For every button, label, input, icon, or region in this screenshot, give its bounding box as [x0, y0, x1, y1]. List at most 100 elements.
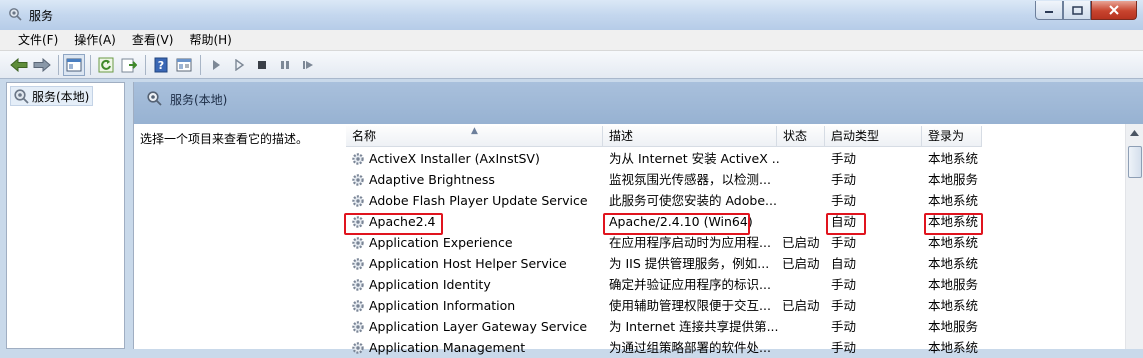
column-header-logon-label: 登录为: [928, 129, 965, 143]
service-logon-as: 本地系统: [928, 256, 979, 271]
scrollbar-thumb[interactable]: [1128, 146, 1142, 178]
service-row[interactable]: Application Layer Gateway Service 为 Inter…: [346, 316, 1116, 337]
service-status: 已启动: [782, 298, 820, 313]
service-name: Application Host Helper Service: [369, 256, 567, 271]
service-name-cell: Application Host Helper Service: [350, 253, 602, 274]
service-row[interactable]: Adaptive Brightness 监视氛围光传感器，以检测... 手动 本地服务: [346, 169, 1116, 190]
pause-service-button[interactable]: [274, 54, 296, 76]
service-gear-icon: [352, 236, 364, 249]
service-description: 监视氛围光传感器，以检测...: [609, 172, 771, 187]
menu-action[interactable]: 操作(A): [66, 30, 124, 50]
service-name: Adaptive Brightness: [369, 172, 495, 187]
back-button[interactable]: [8, 54, 30, 76]
column-header-description[interactable]: 描述: [603, 126, 777, 147]
service-name-cell: ActiveX Installer (AxInstSV): [350, 148, 602, 169]
service-name-cell: Application Experience: [350, 232, 602, 253]
service-logon-as: 本地系统: [928, 151, 979, 166]
toolbar-separator: [58, 54, 59, 75]
services-gear-icon: [147, 91, 162, 106]
service-row[interactable]: Adobe Flash Player Update Service 此服务可使您安…: [346, 190, 1116, 211]
service-row[interactable]: Application Management 为通过组策略部署的软件处... 手动 本…: [346, 337, 1116, 358]
forward-button[interactable]: [31, 54, 53, 76]
service-row[interactable]: Application Host Helper Service 为 IIS 提供管…: [346, 253, 1116, 274]
highlight-box-logon: [924, 213, 983, 235]
service-description: 此服务可使您安装的 Adobe...: [609, 193, 777, 208]
services-gear-icon: [14, 89, 29, 104]
service-logon-as: 本地服务: [928, 319, 979, 334]
scroll-up-arrow-icon: [1130, 129, 1139, 136]
properties-button[interactable]: [173, 54, 195, 76]
window-title: 服务: [29, 9, 54, 23]
service-name-cell: Application Layer Gateway Service: [350, 316, 602, 337]
highlight-box-startup: [826, 213, 866, 235]
column-header-description-label: 描述: [609, 129, 634, 143]
column-header-startup-label: 启动类型: [831, 129, 880, 143]
export-list-button[interactable]: [118, 54, 140, 76]
toolbar-separator: [145, 54, 146, 75]
start-service-button[interactable]: [205, 54, 227, 76]
toolbar-separator: [200, 54, 201, 75]
scroll-up-button[interactable]: [1126, 124, 1143, 141]
menu-bar: 文件(F) 操作(A) 查看(V) 帮助(H): [0, 30, 1143, 51]
service-row[interactable]: Application Identity 确定并验证应用程序的标识... 手动 本地服…: [346, 274, 1116, 295]
svg-text:?: ?: [158, 59, 164, 72]
service-gear-icon: [352, 278, 364, 291]
service-logon-as: 本地服务: [928, 172, 979, 187]
pane-title: 服务(本地): [170, 93, 228, 107]
highlight-box-name: [344, 213, 443, 235]
column-header-startup-type[interactable]: 启动类型: [825, 126, 922, 147]
start-with-params-button[interactable]: [228, 54, 250, 76]
service-row[interactable]: Application Experience 在应用程序启动时为应用程... 已启动…: [346, 232, 1116, 253]
back-arrow-icon: [10, 57, 28, 72]
show-hide-tree-button[interactable]: [63, 53, 85, 76]
menu-view[interactable]: 查看(V): [124, 30, 182, 50]
console-tree: 服务(本地): [6, 82, 125, 349]
tree-item-services-local[interactable]: 服务(本地): [10, 86, 94, 106]
service-gear-icon: [352, 299, 364, 312]
service-status: [782, 337, 826, 358]
service-name: Application Layer Gateway Service: [369, 319, 588, 334]
service-description: 确定并验证应用程序的标识...: [609, 277, 771, 292]
service-description: 为 Internet 连接共享提供第...: [609, 319, 779, 334]
minimize-button[interactable]: [1035, 1, 1063, 20]
close-button[interactable]: [1091, 1, 1137, 20]
help-button[interactable]: ?: [150, 54, 172, 76]
refresh-button[interactable]: [95, 54, 117, 76]
service-logon-as: 本地服务: [928, 277, 979, 292]
service-name: Application Information: [369, 298, 516, 313]
service-status: 已启动: [782, 256, 820, 271]
service-status: [782, 211, 826, 232]
service-startup-type: 手动: [831, 277, 857, 292]
vertical-scrollbar[interactable]: [1125, 124, 1143, 349]
service-gear-icon: [352, 257, 364, 270]
service-name-cell: Application Management: [350, 337, 602, 358]
service-startup-type: 手动: [831, 193, 857, 208]
service-description: 为从 Internet 安装 ActiveX ...: [609, 151, 781, 166]
service-row[interactable]: Application Information 使用辅助管理权限便于交互... 已启…: [346, 295, 1116, 316]
service-startup-type: 手动: [831, 298, 857, 313]
play-outline-icon: [235, 58, 245, 71]
service-gear-icon: [352, 173, 364, 186]
service-logon-as: 本地系统: [928, 193, 979, 208]
column-header-logon-as[interactable]: 登录为: [922, 126, 982, 147]
services-list: ▲ 名称 描述 状态 启动类型 登录为 ActiveX Installer (A…: [344, 124, 1143, 355]
service-row[interactable]: ActiveX Installer (AxInstSV) 为从 Internet …: [346, 148, 1116, 169]
console-tree-icon: [66, 58, 82, 71]
service-description: 在应用程序启动时为应用程...: [609, 235, 771, 250]
stop-service-button[interactable]: [251, 54, 273, 76]
service-startup-type: 手动: [831, 235, 857, 250]
column-header-status[interactable]: 状态: [777, 126, 825, 147]
menu-help[interactable]: 帮助(H): [181, 30, 239, 50]
column-header-name[interactable]: ▲ 名称: [346, 126, 603, 147]
service-logon-as: 本地系统: [928, 340, 979, 355]
service-status: 已启动: [782, 235, 820, 250]
menu-file[interactable]: 文件(F): [10, 30, 66, 50]
service-gear-icon: [352, 194, 364, 207]
service-status: [782, 148, 826, 169]
pane-header: 服务(本地): [134, 82, 1143, 124]
service-name: ActiveX Installer (AxInstSV): [369, 151, 540, 166]
restart-service-button[interactable]: [297, 54, 319, 76]
forward-arrow-icon: [33, 57, 51, 72]
service-name: Adobe Flash Player Update Service: [369, 193, 588, 208]
maximize-button[interactable]: [1063, 1, 1091, 20]
